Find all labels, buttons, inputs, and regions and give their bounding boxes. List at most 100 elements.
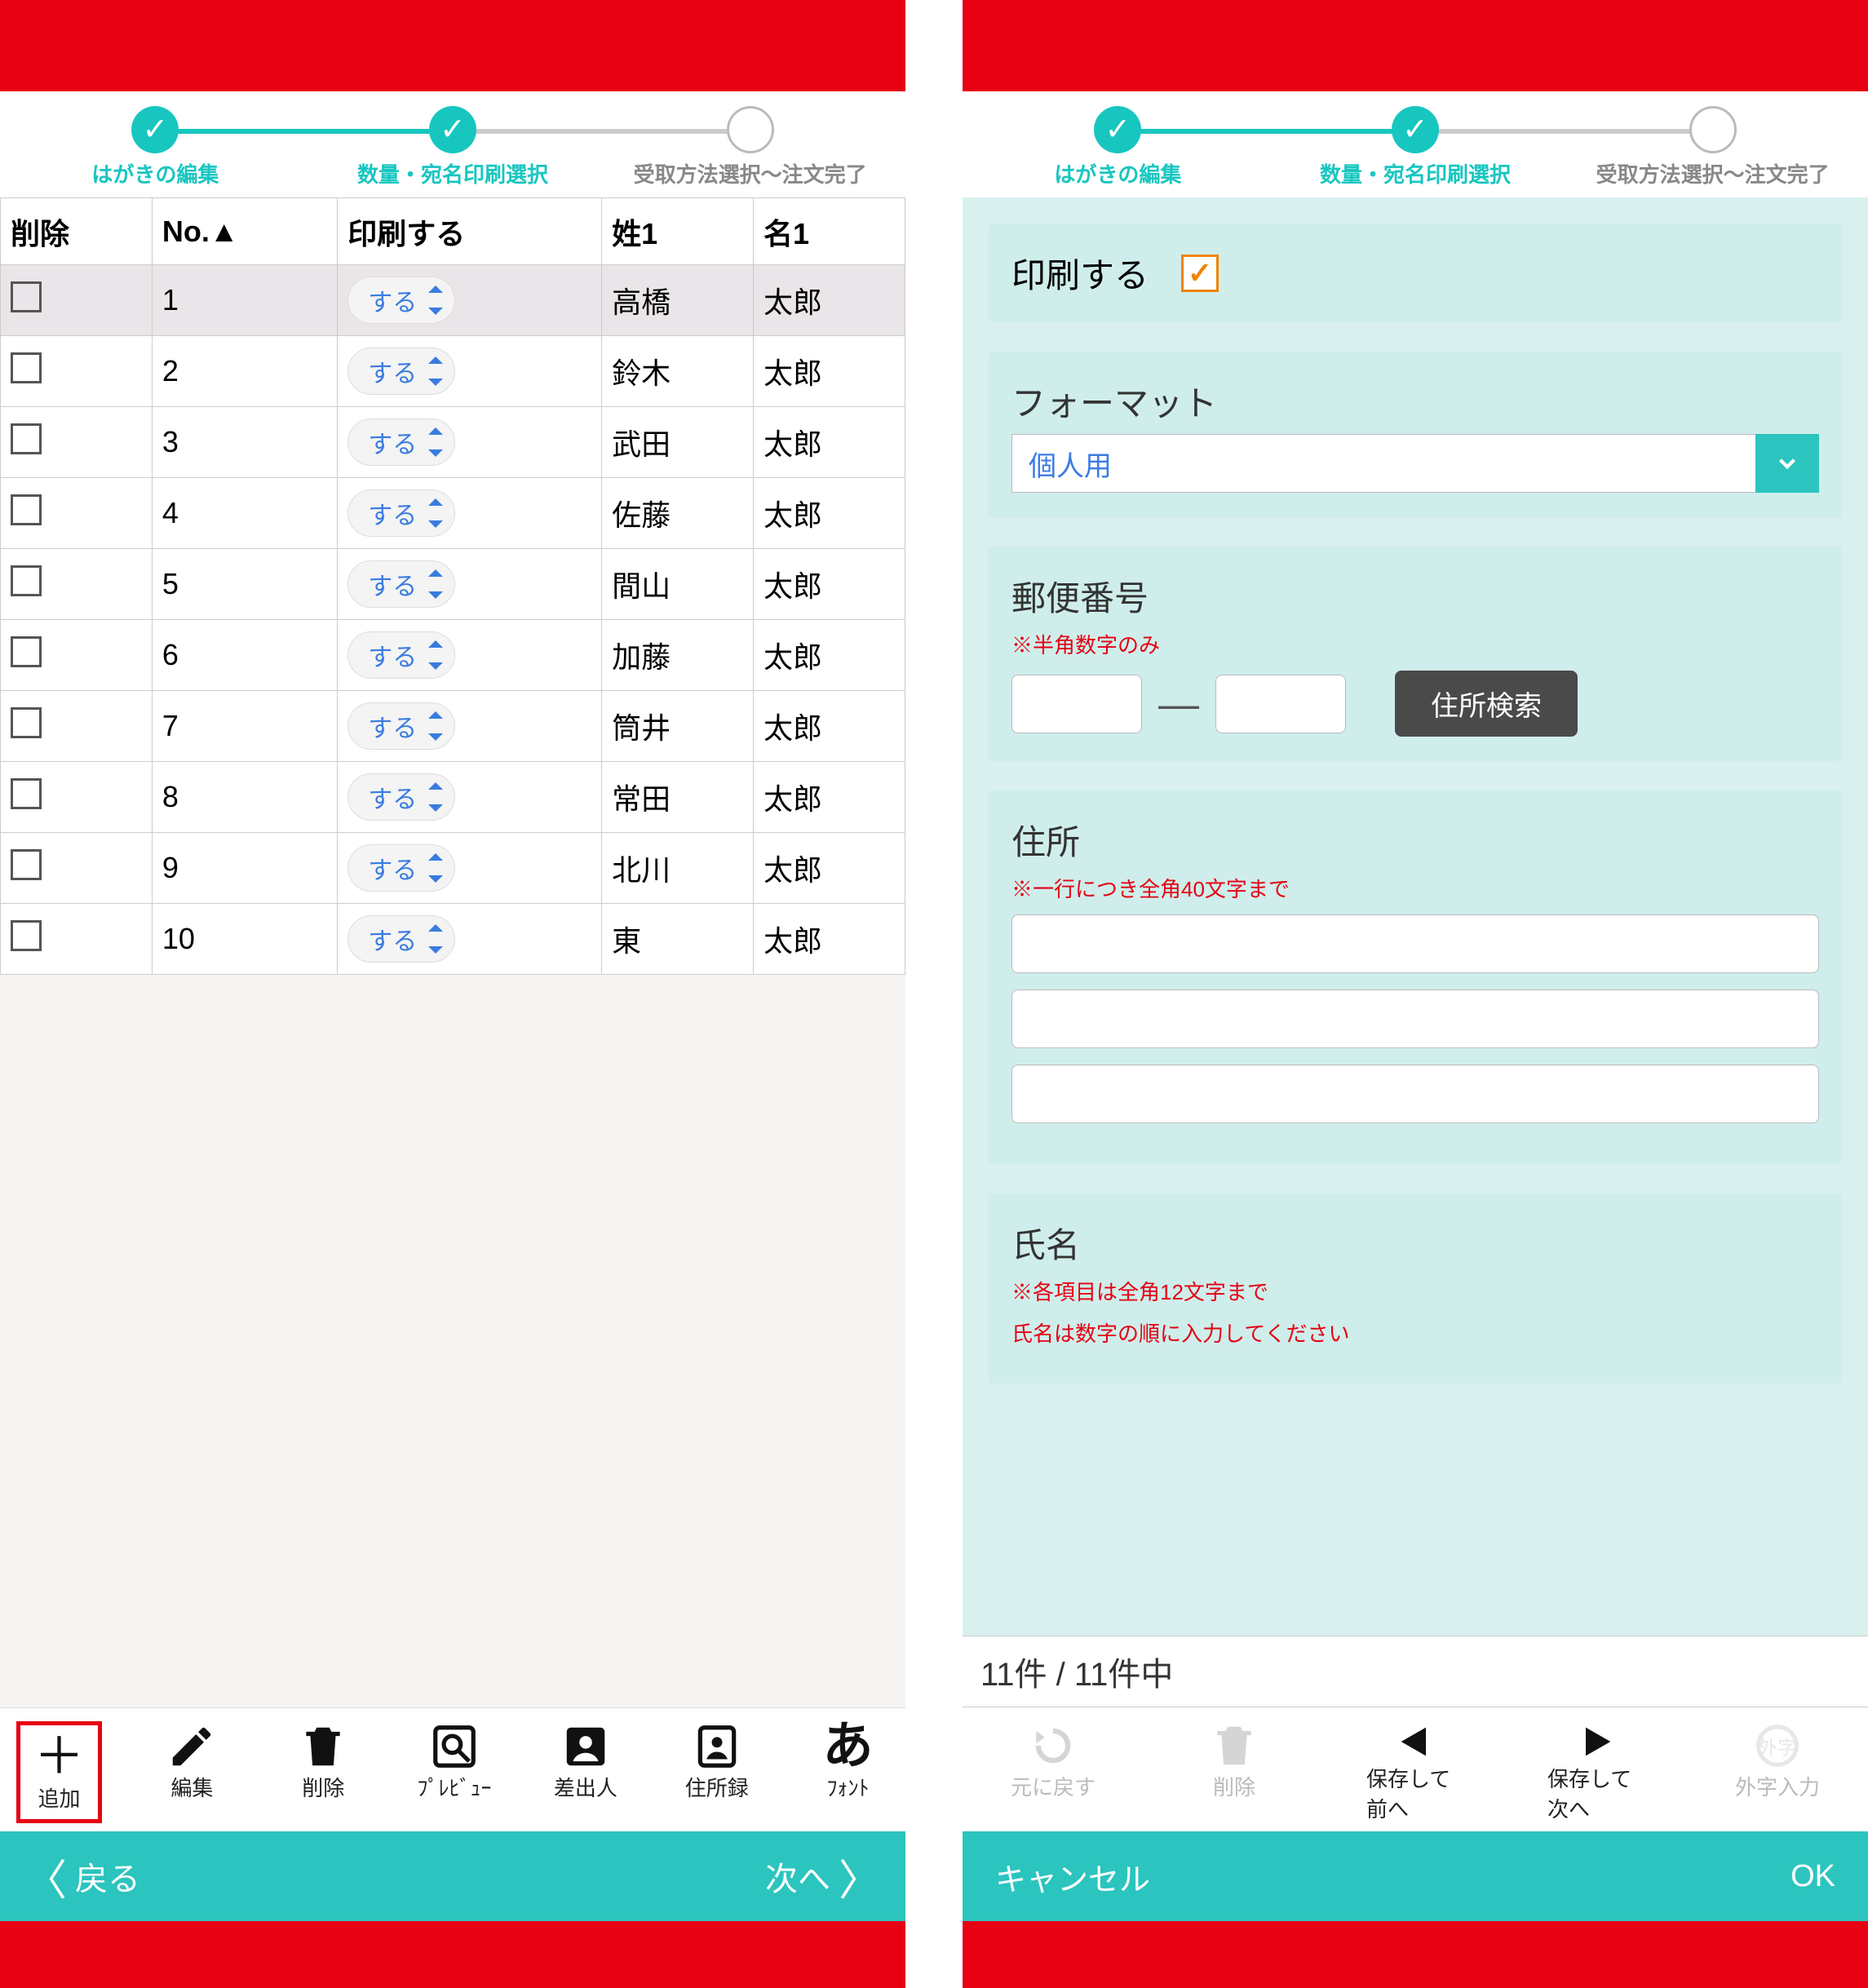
delete-button[interactable]: 削除 [1185, 1720, 1283, 1823]
zip-input-1[interactable] [1011, 675, 1142, 733]
format-select[interactable]: 個人用 [1011, 434, 1819, 493]
table-row[interactable]: 4する 佐藤太郎 [1, 478, 905, 549]
row-checkbox[interactable] [11, 281, 42, 312]
gaiji-button[interactable]: 外字 外字入力 [1729, 1720, 1826, 1823]
address-line-1[interactable] [1011, 914, 1819, 973]
row-checkbox[interactable] [11, 352, 42, 383]
step-circle [1689, 106, 1737, 153]
col-sei[interactable]: 姓1 [602, 198, 754, 265]
cell-mei: 太郎 [754, 620, 905, 691]
table-row[interactable]: 7する筒井太郎 [1, 691, 905, 762]
name-title: 氏名 [1011, 1218, 1819, 1268]
cell-no: 1 [152, 265, 337, 336]
print-select[interactable]: する [347, 631, 455, 679]
add-button[interactable]: ＋ 追加 [16, 1721, 102, 1823]
cell-sei: 武田 [602, 407, 754, 478]
col-mei[interactable]: 名1 [754, 198, 905, 265]
sender-button[interactable]: 差出人 [544, 1721, 626, 1823]
print-checkbox[interactable]: ✓ [1181, 255, 1219, 292]
col-print[interactable]: 印刷する [338, 198, 602, 265]
trash-icon [298, 1721, 348, 1772]
row-checkbox[interactable] [11, 636, 42, 667]
step-label: 受取方法選択～注文完了 [634, 158, 867, 188]
print-select[interactable]: する [347, 702, 455, 750]
print-select[interactable]: する [347, 844, 455, 892]
address-line-2[interactable] [1011, 990, 1819, 1048]
step-circle [727, 106, 774, 153]
bottom-red-bar [963, 1921, 1868, 1988]
row-checkbox[interactable] [11, 707, 42, 738]
undo-button[interactable]: 元に戻す [1004, 1720, 1102, 1823]
edit-button[interactable]: 編集 [151, 1721, 233, 1823]
step-label: はがきの編集 [91, 158, 219, 188]
cell-no: 2 [152, 336, 337, 407]
address-line-3[interactable] [1011, 1065, 1819, 1123]
back-button[interactable]: 〈 戻る [24, 1846, 140, 1907]
table-row[interactable]: 10する東太郎 [1, 904, 905, 975]
name-hint-1: ※各項目は全角12文字まで [1011, 1276, 1819, 1306]
print-select[interactable]: する [347, 418, 455, 466]
print-select[interactable]: する [347, 277, 455, 324]
col-delete[interactable]: 削除 [1, 198, 153, 265]
cell-sei: 高橋 [602, 265, 754, 336]
table-row[interactable]: 5する間山太郎 [1, 549, 905, 620]
table-row[interactable]: 8する常田太郎 [1, 762, 905, 833]
preview-icon [429, 1721, 480, 1772]
person-card-icon [560, 1721, 611, 1772]
zip-input-2[interactable] [1215, 675, 1346, 733]
table-row[interactable]: 9する北川太郎 [1, 833, 905, 904]
bottom-red-bar [0, 1921, 905, 1988]
row-checkbox[interactable] [11, 565, 42, 596]
address-title: 住所 [1011, 815, 1819, 865]
gaiji-icon: 外字 [1752, 1720, 1803, 1771]
address-hint: ※一行につき全角40文字まで [1011, 873, 1819, 903]
table-row[interactable]: 6する加藤太郎 [1, 620, 905, 691]
cell-no: 4 [152, 478, 337, 549]
table-row[interactable]: 3する 武田太郎 [1, 407, 905, 478]
delete-button[interactable]: 削除 [282, 1721, 365, 1823]
row-checkbox[interactable] [11, 920, 42, 951]
row-checkbox[interactable] [11, 849, 42, 880]
print-select[interactable]: する [347, 489, 455, 537]
addressbook-button[interactable]: 住所録 [675, 1721, 758, 1823]
print-select[interactable]: する [347, 915, 455, 963]
print-select[interactable]: する [347, 348, 455, 395]
row-checkbox[interactable] [11, 778, 42, 809]
cell-no: 6 [152, 620, 337, 691]
cell-sei: 鈴木 [602, 336, 754, 407]
preview-button[interactable]: ﾌﾟﾚﾋﾞｭｰ [414, 1721, 496, 1823]
row-checkbox[interactable] [11, 423, 42, 454]
col-no[interactable]: No.▲ [152, 198, 337, 265]
chevron-right-icon: 〉 [839, 1846, 881, 1907]
check-icon: ✓ [1392, 106, 1439, 153]
print-select[interactable]: する [347, 560, 455, 608]
print-select[interactable]: する [347, 773, 455, 821]
cell-mei: 太郎 [754, 478, 905, 549]
cell-no: 3 [152, 407, 337, 478]
save-next-button[interactable]: 保存して次へ [1547, 1720, 1645, 1823]
svg-text:外字: 外字 [1759, 1737, 1797, 1758]
address-search-button[interactable]: 住所検索 [1395, 671, 1578, 737]
table-row[interactable]: 1する高橋太郎 [1, 265, 905, 336]
status-bar [0, 0, 905, 91]
row-checkbox[interactable] [11, 494, 42, 525]
pencil-icon [166, 1721, 217, 1772]
cell-sei: 佐藤 [602, 478, 754, 549]
ok-button[interactable]: OK [1791, 1859, 1835, 1894]
step-label: 受取方法選択～注文完了 [1596, 158, 1830, 188]
address-table: 削除 No.▲ 印刷する 姓1 名1 1する高橋太郎2する鈴木太郎3する武田太郎… [0, 197, 905, 975]
cell-sei: 筒井 [602, 691, 754, 762]
zip-title: 郵便番号 [1011, 571, 1819, 621]
cancel-button[interactable]: キャンセル [995, 1854, 1150, 1899]
progress-steps: ✓ はがきの編集 ✓ 数量・宛名印刷選択 受取方法選択～注文完了 [0, 91, 905, 197]
zip-card: 郵便番号 ※半角数字のみ — 住所検索 [989, 547, 1842, 761]
cell-sei: 東 [602, 904, 754, 975]
table-row[interactable]: 2する鈴木太郎 [1, 336, 905, 407]
step-label: はがきの編集 [1054, 158, 1181, 188]
next-button[interactable]: 次へ 〉 [765, 1846, 881, 1907]
cell-no: 9 [152, 833, 337, 904]
save-prev-button[interactable]: 保存して前へ [1366, 1720, 1464, 1823]
cell-mei: 太郎 [754, 762, 905, 833]
cell-mei: 太郎 [754, 407, 905, 478]
font-button[interactable]: あ ﾌｫﾝﾄ [807, 1721, 889, 1823]
